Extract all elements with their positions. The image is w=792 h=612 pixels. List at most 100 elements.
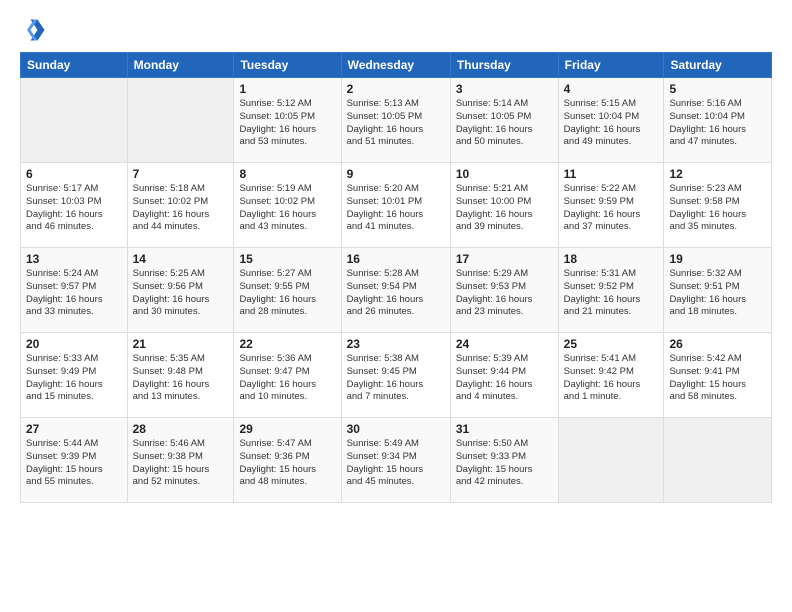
weekday-header: Wednesday — [341, 53, 450, 78]
cell-content: Sunrise: 5:47 AM Sunset: 9:36 PM Dayligh… — [239, 438, 335, 489]
calendar-cell: 12 Sunrise: 5:23 AM Sunset: 9:58 PM Dayli… — [664, 163, 772, 248]
cell-content: Sunrise: 5:28 AM Sunset: 9:54 PM Dayligh… — [347, 268, 445, 319]
day-number: 24 — [456, 337, 553, 351]
calendar-cell — [558, 418, 664, 503]
calendar-cell: 15 Sunrise: 5:27 AM Sunset: 9:55 PM Dayli… — [234, 248, 341, 333]
weekday-header: Sunday — [21, 53, 128, 78]
calendar-cell: 8 Sunrise: 5:19 AM Sunset: 10:02 PM Dayli… — [234, 163, 341, 248]
weekday-header: Monday — [127, 53, 234, 78]
cell-content: Sunrise: 5:29 AM Sunset: 9:53 PM Dayligh… — [456, 268, 553, 319]
cell-content: Sunrise: 5:16 AM Sunset: 10:04 PM Daylig… — [669, 98, 766, 149]
cell-content: Sunrise: 5:33 AM Sunset: 9:49 PM Dayligh… — [26, 353, 122, 404]
cell-content: Sunrise: 5:24 AM Sunset: 9:57 PM Dayligh… — [26, 268, 122, 319]
cell-content: Sunrise: 5:12 AM Sunset: 10:05 PM Daylig… — [239, 98, 335, 149]
calendar-week-row: 20 Sunrise: 5:33 AM Sunset: 9:49 PM Dayli… — [21, 333, 772, 418]
day-number: 28 — [133, 422, 229, 436]
day-number: 11 — [564, 167, 659, 181]
calendar-cell: 21Sunrise: 5:35 AM Sunset: 9:48 PM Dayli… — [127, 333, 234, 418]
calendar-header-row: SundayMondayTuesdayWednesdayThursdayFrid… — [21, 53, 772, 78]
calendar-cell: 28 Sunrise: 5:46 AM Sunset: 9:38 PM Dayli… — [127, 418, 234, 503]
day-number: 9 — [347, 167, 445, 181]
cell-content: Sunrise: 5:15 AM Sunset: 10:04 PM Daylig… — [564, 98, 659, 149]
calendar-cell — [21, 78, 128, 163]
calendar-cell: 7 Sunrise: 5:18 AM Sunset: 10:02 PM Dayli… — [127, 163, 234, 248]
cell-content: Sunrise: 5:18 AM Sunset: 10:02 PM Daylig… — [133, 183, 229, 234]
weekday-header: Thursday — [450, 53, 558, 78]
calendar-cell: 10 Sunrise: 5:21 AM Sunset: 10:00 PM Dayl… — [450, 163, 558, 248]
cell-content: Sunrise: 5:17 AM Sunset: 10:03 PM Daylig… — [26, 183, 122, 234]
day-number: 6 — [26, 167, 122, 181]
calendar-cell: 26 Sunrise: 5:42 AM Sunset: 9:41 PM Dayli… — [664, 333, 772, 418]
day-number: 13 — [26, 252, 122, 266]
calendar-cell: 1 Sunrise: 5:12 AM Sunset: 10:05 PM Dayli… — [234, 78, 341, 163]
weekday-header: Friday — [558, 53, 664, 78]
cell-content: Sunrise: 5:23 AM Sunset: 9:58 PM Dayligh… — [669, 183, 766, 234]
calendar-cell: 18 Sunrise: 5:31 AM Sunset: 9:52 PM Dayli… — [558, 248, 664, 333]
day-number: 26 — [669, 337, 766, 351]
cell-content: Sunrise: 5:25 AM Sunset: 9:56 PM Dayligh… — [133, 268, 229, 319]
cell-content: Sunrise: 5:49 AM Sunset: 9:34 PM Dayligh… — [347, 438, 445, 489]
header — [20, 16, 772, 44]
day-number: 20 — [26, 337, 122, 351]
day-number: 4 — [564, 82, 659, 96]
calendar-cell: 30Sunrise: 5:49 AM Sunset: 9:34 PM Dayli… — [341, 418, 450, 503]
cell-content: Sunrise: 5:36 AM Sunset: 9:47 PM Dayligh… — [239, 353, 335, 404]
day-number: 15 — [239, 252, 335, 266]
day-number: 19 — [669, 252, 766, 266]
calendar-cell: 23 Sunrise: 5:38 AM Sunset: 9:45 PM Dayli… — [341, 333, 450, 418]
day-number: 23 — [347, 337, 445, 351]
calendar-week-row: 27Sunrise: 5:44 AM Sunset: 9:39 PM Dayli… — [21, 418, 772, 503]
cell-content: Sunrise: 5:19 AM Sunset: 10:02 PM Daylig… — [239, 183, 335, 234]
day-number: 16 — [347, 252, 445, 266]
day-number: 12 — [669, 167, 766, 181]
day-number: 29 — [239, 422, 335, 436]
weekday-header: Tuesday — [234, 53, 341, 78]
day-number: 10 — [456, 167, 553, 181]
calendar-week-row: 13 Sunrise: 5:24 AM Sunset: 9:57 PM Dayli… — [21, 248, 772, 333]
calendar-cell: 19Sunrise: 5:32 AM Sunset: 9:51 PM Dayli… — [664, 248, 772, 333]
weekday-header: Saturday — [664, 53, 772, 78]
day-number: 25 — [564, 337, 659, 351]
calendar-cell — [664, 418, 772, 503]
calendar-cell: 3Sunrise: 5:14 AM Sunset: 10:05 PM Dayli… — [450, 78, 558, 163]
logo-icon — [20, 16, 48, 44]
calendar-cell: 25Sunrise: 5:41 AM Sunset: 9:42 PM Dayli… — [558, 333, 664, 418]
calendar-cell: 14 Sunrise: 5:25 AM Sunset: 9:56 PM Dayli… — [127, 248, 234, 333]
day-number: 22 — [239, 337, 335, 351]
cell-content: Sunrise: 5:14 AM Sunset: 10:05 PM Daylig… — [456, 98, 553, 149]
day-number: 2 — [347, 82, 445, 96]
calendar-cell: 5 Sunrise: 5:16 AM Sunset: 10:04 PM Dayli… — [664, 78, 772, 163]
calendar-cell: 13 Sunrise: 5:24 AM Sunset: 9:57 PM Dayli… — [21, 248, 128, 333]
calendar-week-row: 1 Sunrise: 5:12 AM Sunset: 10:05 PM Dayli… — [21, 78, 772, 163]
day-number: 5 — [669, 82, 766, 96]
cell-content: Sunrise: 5:38 AM Sunset: 9:45 PM Dayligh… — [347, 353, 445, 404]
cell-content: Sunrise: 5:31 AM Sunset: 9:52 PM Dayligh… — [564, 268, 659, 319]
day-number: 17 — [456, 252, 553, 266]
calendar-cell: 29 Sunrise: 5:47 AM Sunset: 9:36 PM Dayli… — [234, 418, 341, 503]
day-number: 1 — [239, 82, 335, 96]
calendar-cell: 9Sunrise: 5:20 AM Sunset: 10:01 PM Dayli… — [341, 163, 450, 248]
day-number: 31 — [456, 422, 553, 436]
cell-content: Sunrise: 5:44 AM Sunset: 9:39 PM Dayligh… — [26, 438, 122, 489]
day-number: 7 — [133, 167, 229, 181]
logo — [20, 16, 52, 44]
cell-content: Sunrise: 5:21 AM Sunset: 10:00 PM Daylig… — [456, 183, 553, 234]
calendar-cell: 27Sunrise: 5:44 AM Sunset: 9:39 PM Dayli… — [21, 418, 128, 503]
day-number: 21 — [133, 337, 229, 351]
cell-content: Sunrise: 5:22 AM Sunset: 9:59 PM Dayligh… — [564, 183, 659, 234]
calendar-cell: 20 Sunrise: 5:33 AM Sunset: 9:49 PM Dayli… — [21, 333, 128, 418]
cell-content: Sunrise: 5:39 AM Sunset: 9:44 PM Dayligh… — [456, 353, 553, 404]
calendar-cell: 31Sunrise: 5:50 AM Sunset: 9:33 PM Dayli… — [450, 418, 558, 503]
cell-content: Sunrise: 5:46 AM Sunset: 9:38 PM Dayligh… — [133, 438, 229, 489]
day-number: 8 — [239, 167, 335, 181]
calendar-cell: 24 Sunrise: 5:39 AM Sunset: 9:44 PM Dayli… — [450, 333, 558, 418]
page: SundayMondayTuesdayWednesdayThursdayFrid… — [0, 0, 792, 519]
day-number: 14 — [133, 252, 229, 266]
cell-content: Sunrise: 5:13 AM Sunset: 10:05 PM Daylig… — [347, 98, 445, 149]
day-number: 18 — [564, 252, 659, 266]
calendar-cell: 4 Sunrise: 5:15 AM Sunset: 10:04 PM Dayli… — [558, 78, 664, 163]
cell-content: Sunrise: 5:42 AM Sunset: 9:41 PM Dayligh… — [669, 353, 766, 404]
calendar-cell: 6 Sunrise: 5:17 AM Sunset: 10:03 PM Dayli… — [21, 163, 128, 248]
cell-content: Sunrise: 5:27 AM Sunset: 9:55 PM Dayligh… — [239, 268, 335, 319]
calendar-cell: 22 Sunrise: 5:36 AM Sunset: 9:47 PM Dayli… — [234, 333, 341, 418]
